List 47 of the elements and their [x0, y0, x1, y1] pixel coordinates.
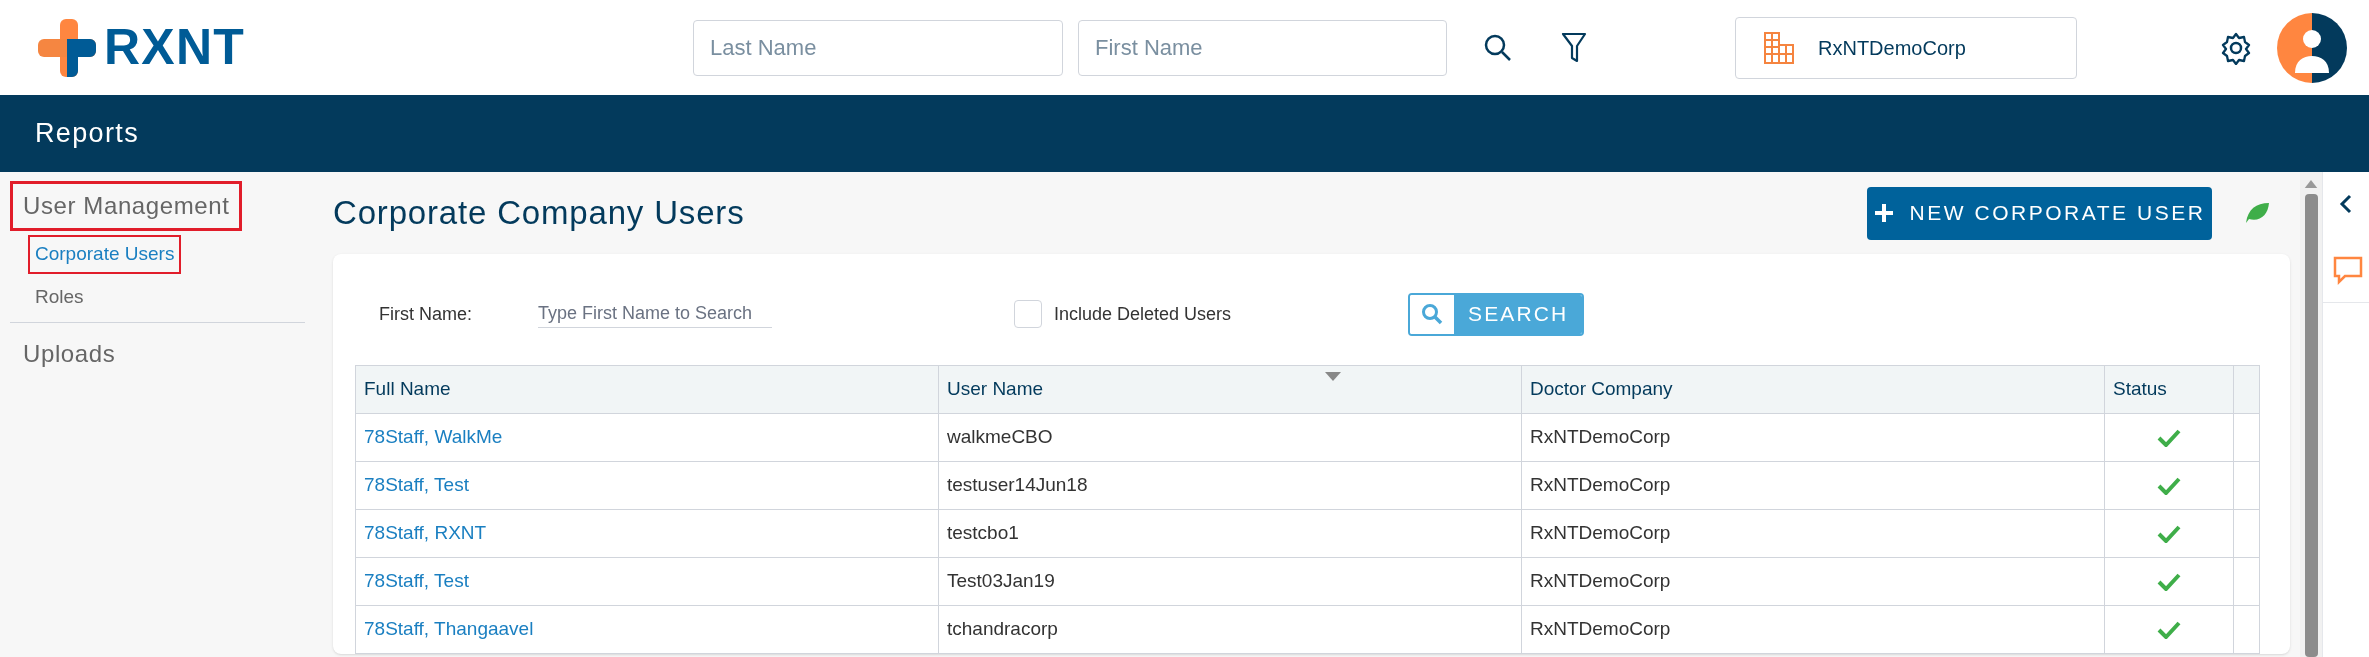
page-title: Corporate Company Users: [333, 193, 746, 234]
nav-title: Reports: [35, 117, 139, 151]
user-name-link[interactable]: 78Staff, Test: [364, 570, 469, 592]
last-name-field[interactable]: Last Name: [693, 19, 1063, 76]
table-cell: tchandracorp: [947, 618, 1058, 640]
company-selector[interactable]: RxNTDemoCorp: [1735, 16, 2077, 79]
table-cell: testuser14Jun18: [947, 474, 1088, 496]
table-cell: RxNTDemoCorp: [1530, 474, 1671, 496]
table-cell: RxNTDemoCorp: [1530, 522, 1671, 544]
chevron-left-icon[interactable]: [2339, 194, 2353, 214]
table-cell: RxNTDemoCorp: [1530, 426, 1671, 448]
user-name-link[interactable]: 78Staff, WalkMe: [364, 426, 503, 448]
user-name-link[interactable]: 78Staff, RXNT: [364, 522, 487, 544]
column-header[interactable]: Doctor Company: [1530, 378, 1673, 400]
filter-icon[interactable]: [1561, 31, 1587, 64]
company-name: RxNTDemoCorp: [1818, 35, 1966, 61]
search-icon[interactable]: [1483, 32, 1513, 63]
table-cell: walkmeCBO: [947, 426, 1053, 448]
new-corporate-user-button[interactable]: NEW CORPORATE USER: [1867, 186, 2212, 240]
plus-icon: [1873, 203, 1894, 223]
column-header[interactable]: Status: [2113, 378, 2167, 400]
include-deleted-checkbox[interactable]: [1014, 300, 1042, 328]
logo-text: RXNT: [104, 18, 246, 77]
search-icon: [1421, 303, 1444, 325]
column-header[interactable]: Full Name: [364, 378, 451, 400]
sidebar-link[interactable]: Corporate Users: [28, 235, 182, 274]
first-name-search-field[interactable]: Type First Name to Search: [538, 300, 772, 328]
sidebar-section[interactable]: Uploads: [10, 329, 129, 379]
table-cell: testcbo1: [947, 522, 1019, 544]
column-header[interactable]: User Name: [947, 378, 1044, 400]
table-cell: RxNTDemoCorp: [1530, 570, 1671, 592]
avatar-icon[interactable]: [2277, 12, 2347, 83]
building-icon: [1764, 31, 1794, 64]
first-name-field[interactable]: First Name: [1078, 19, 1447, 76]
cross-logo-icon: [38, 18, 96, 77]
scrollbar-thumb[interactable]: [2304, 194, 2318, 657]
first-name-label: First Name:: [379, 302, 473, 326]
sidebar-link[interactable]: Roles: [28, 277, 91, 316]
user-name-link[interactable]: 78Staff, Thangaavel: [364, 618, 534, 640]
leaf-icon: [2244, 201, 2270, 225]
settings-icon[interactable]: [2219, 30, 2253, 65]
sort-arrow-icon[interactable]: [1325, 372, 1341, 381]
table-cell: Test03Jan19: [947, 570, 1055, 592]
sidebar-section[interactable]: User Management: [10, 181, 243, 231]
table-cell: RxNTDemoCorp: [1530, 618, 1671, 640]
user-name-link[interactable]: 78Staff, Test: [364, 474, 469, 496]
include-deleted-label: Include Deleted Users: [1054, 302, 1232, 326]
